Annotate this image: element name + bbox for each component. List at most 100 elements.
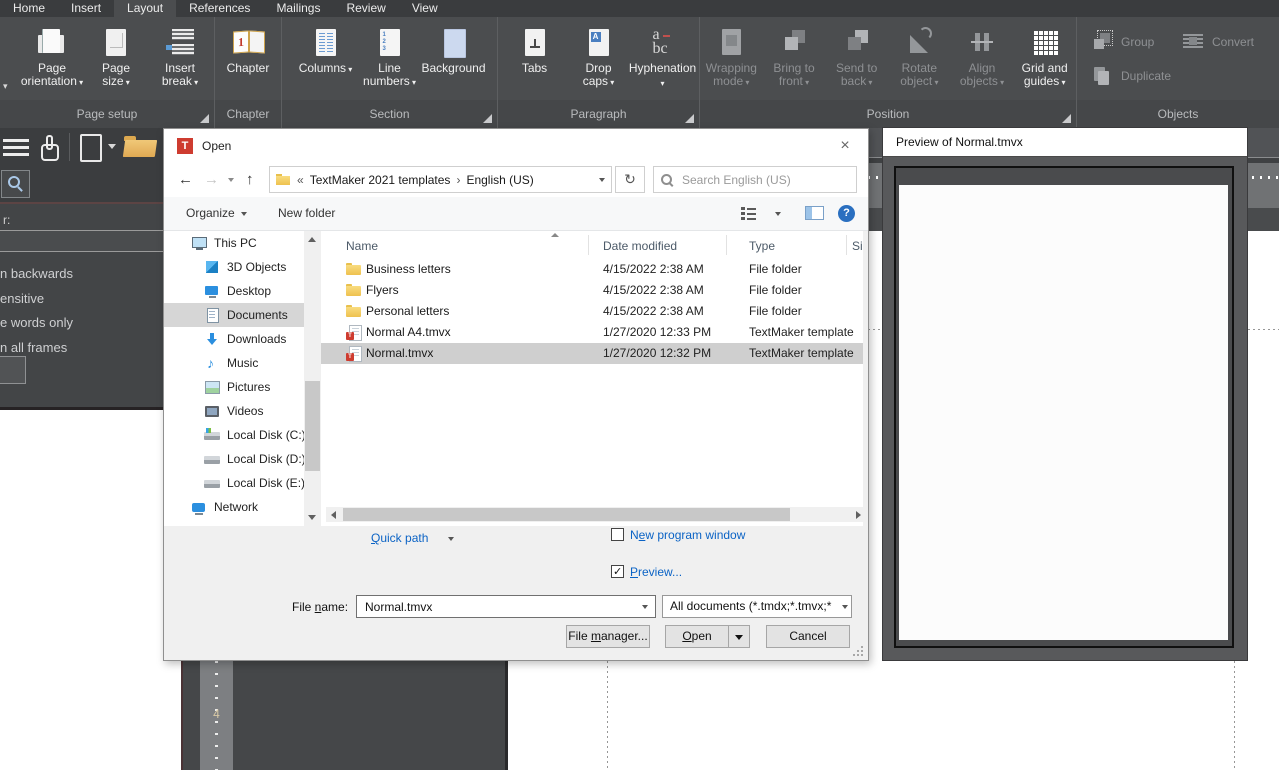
sidebar-item[interactable]: Documents	[164, 303, 304, 327]
file-type-caret[interactable]	[842, 605, 848, 609]
view-mode-caret[interactable]	[775, 212, 781, 216]
file-row[interactable]: Flyers 4/15/2022 2:38 AM File folder	[321, 280, 863, 301]
sidebar-item[interactable]: Network	[164, 495, 304, 519]
ribbon-button[interactable]: Insert break	[148, 21, 212, 100]
quick-path-link[interactable]: Quick path	[371, 531, 428, 545]
sidebar-item-label: Pictures	[227, 380, 270, 394]
column-divider[interactable]	[588, 235, 589, 255]
ribbon-tab[interactable]: View	[399, 0, 451, 17]
cancel-button[interactable]: Cancel	[766, 625, 850, 648]
back-arrow-icon[interactable]: ←	[178, 163, 193, 197]
scrollbar-left-icon[interactable]	[331, 511, 336, 519]
hamburger-menu-icon[interactable]	[3, 139, 29, 156]
new-document-icon[interactable]	[80, 134, 102, 162]
preview-pane-icon[interactable]	[805, 206, 824, 220]
preview-label[interactable]: Preview...	[630, 565, 682, 579]
pan-hand-icon[interactable]	[36, 133, 62, 161]
search-input[interactable]	[680, 172, 844, 188]
column-header-name[interactable]: Name	[346, 239, 378, 253]
quick-path-caret[interactable]	[448, 537, 454, 541]
sidebar-item[interactable]: Pictures	[164, 375, 304, 399]
ribbon-tab[interactable]: Insert	[58, 0, 114, 17]
search-button[interactable]	[1, 170, 30, 198]
ribbon-tab[interactable]: Review	[333, 0, 398, 17]
breadcrumb-segment[interactable]: TextMaker 2021 templates	[310, 173, 451, 187]
file-row[interactable]: Personal letters 4/15/2022 2:38 AM File …	[321, 301, 863, 322]
tabs-icon	[513, 25, 557, 59]
refresh-icon[interactable]: ↻	[615, 166, 645, 193]
ribbon-button[interactable]: Background	[422, 21, 486, 100]
up-arrow-icon[interactable]: ↑	[246, 163, 254, 197]
sidebar-item[interactable]: Local Disk (C:)	[164, 423, 304, 447]
close-icon[interactable]: ×	[830, 134, 860, 158]
column-divider[interactable]	[726, 235, 727, 255]
find-button-partial[interactable]	[0, 356, 26, 384]
resize-grip[interactable]	[853, 646, 863, 656]
sidebar-item[interactable]: 3D Objects	[164, 255, 304, 279]
sidebar-item[interactable]: Music	[164, 351, 304, 375]
breadcrumb-prefix[interactable]: «	[297, 173, 304, 187]
breadcrumb-segment[interactable]: English (US)	[466, 173, 533, 187]
new-folder-button[interactable]: New folder	[278, 197, 335, 230]
file-manager-button[interactable]: File manager...	[566, 625, 650, 648]
sidebar-item[interactable]: Downloads	[164, 327, 304, 351]
ribbon-button[interactable]: Tabs	[503, 21, 567, 100]
ribbon-button[interactable]: Columns	[294, 21, 358, 100]
file-type-select[interactable]: All documents (*.tmdx;*.tmvx;*	[662, 595, 852, 618]
ribbon-tab[interactable]: Home	[0, 0, 58, 17]
ribbon-button[interactable]: Line numbers	[358, 21, 422, 100]
search-box[interactable]	[653, 166, 857, 193]
new-program-window-label[interactable]: New program window	[630, 528, 745, 542]
open-folder-icon[interactable]	[124, 136, 158, 158]
sidebar-item[interactable]: Local Disk (E:)	[164, 471, 304, 495]
ribbon-button[interactable]: Hyphenation	[631, 21, 695, 100]
new-document-dropdown-caret[interactable]	[108, 144, 116, 149]
sidebar-item[interactable]: Desktop	[164, 279, 304, 303]
file-list-horizontal-scrollbar[interactable]	[326, 507, 866, 522]
scrollbar-up-icon[interactable]	[308, 237, 316, 242]
open-button[interactable]: Open	[665, 625, 729, 648]
breadcrumb-separator[interactable]: ›	[456, 173, 460, 187]
file-row[interactable]: Normal.tmvx 1/27/2020 12:32 PM TextMaker…	[321, 343, 863, 364]
preview-checkbox[interactable]	[611, 565, 624, 578]
find-input[interactable]	[0, 230, 163, 252]
scrollbar-thumb[interactable]	[343, 508, 790, 521]
open-button-dropdown[interactable]	[728, 625, 750, 648]
scrollbar-right-icon[interactable]	[856, 511, 861, 519]
find-option-label[interactable]: e words only	[0, 311, 73, 336]
ribbon-button[interactable]: Drop caps	[567, 21, 631, 100]
ribbon-tab[interactable]: Layout	[114, 0, 176, 17]
organize-menu[interactable]: Organize	[186, 197, 247, 230]
ribbon-button[interactable]: Chapter	[216, 21, 280, 100]
find-option-label[interactable]: n backwards	[0, 262, 73, 287]
ribbon-groups: Page orientationPage sizeInsert breakPag…	[0, 17, 1279, 128]
scrollbar-down-icon[interactable]	[308, 515, 316, 520]
file-row[interactable]: Business letters 4/15/2022 2:38 AM File …	[321, 259, 863, 280]
breadcrumb[interactable]: « TextMaker 2021 templates › English (US…	[269, 166, 612, 193]
sidebar-item[interactable]: Videos	[164, 399, 304, 423]
column-header-date[interactable]: Date modified	[603, 239, 677, 253]
sidebar-scrollbar[interactable]	[304, 231, 321, 526]
file-name-dropdown-caret[interactable]	[642, 605, 648, 609]
view-mode-icon[interactable]	[741, 207, 756, 220]
column-divider[interactable]	[846, 235, 847, 255]
file-row[interactable]: Normal A4.tmvx 1/27/2020 12:33 PM TextMa…	[321, 322, 863, 343]
sidebar-item[interactable]: This PC	[164, 231, 304, 255]
column-header-type[interactable]: Type	[749, 239, 775, 253]
ribbon-tab[interactable]: Mailings	[263, 0, 333, 17]
file-name-input[interactable]	[356, 595, 656, 618]
ribbon-button[interactable]: Page size	[84, 21, 148, 100]
help-icon[interactable]	[838, 205, 855, 222]
open-dialog-titlebar[interactable]: T Open ×	[164, 129, 868, 163]
ribbon-tab-label: Insert	[71, 1, 101, 15]
breadcrumb-dropdown-caret[interactable]	[599, 178, 605, 182]
recent-locations-caret[interactable]	[228, 178, 234, 182]
scrollbar-thumb[interactable]	[305, 381, 320, 471]
ribbon-button[interactable]: Page orientation	[20, 21, 84, 100]
ribbon-tab[interactable]: References	[176, 0, 263, 17]
ribbon-button[interactable]: Grid and guides	[1013, 21, 1076, 100]
find-option-label[interactable]: ensitive	[0, 287, 73, 312]
new-program-window-checkbox[interactable]	[611, 528, 624, 541]
column-header-size[interactable]: Size	[852, 239, 863, 253]
sidebar-item[interactable]: Local Disk (D:)	[164, 447, 304, 471]
